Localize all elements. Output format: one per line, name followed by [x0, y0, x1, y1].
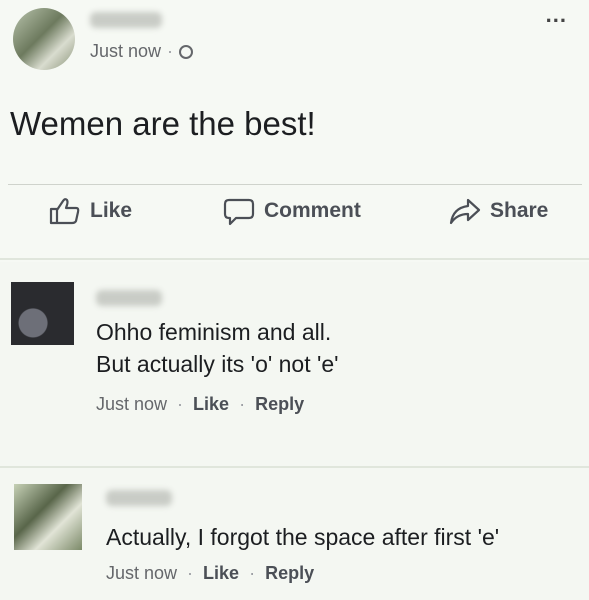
post-author-name-blurred[interactable]	[90, 12, 162, 28]
comment-reply-link[interactable]: Reply	[255, 394, 304, 415]
comment-button[interactable]: Comment	[222, 196, 361, 226]
comment-author-name-blurred[interactable]	[96, 290, 162, 306]
meta-separator: ·	[177, 394, 184, 414]
comment-author-avatar[interactable]	[14, 484, 82, 550]
meta-separator: ·	[249, 563, 256, 583]
comment-author-avatar[interactable]	[11, 282, 74, 345]
post-text: Wemen are the best!	[10, 105, 316, 142]
comment-timestamp[interactable]: Just now	[96, 394, 167, 415]
like-label: Like	[90, 199, 133, 222]
comment-bubble-icon	[223, 198, 255, 226]
post-divider	[8, 184, 582, 185]
comment-like-link[interactable]: Like	[203, 563, 239, 584]
comment-line: Actually, I forgot the space after first…	[106, 524, 500, 550]
thumbs-up-icon	[49, 198, 80, 225]
section-divider	[0, 258, 589, 260]
comment-meta: Just now · Like · Reply	[96, 394, 304, 415]
like-button[interactable]: Like	[48, 196, 132, 226]
globe-icon[interactable]	[179, 44, 194, 59]
meta-separator: ·	[239, 394, 246, 414]
post-actions: Like Comment Share	[0, 196, 589, 242]
share-label: Share	[490, 199, 549, 222]
comment-author-name-blurred[interactable]	[106, 490, 172, 506]
post-card: Just now · ... Wemen are the best! Like …	[0, 0, 589, 262]
post-timestamp[interactable]: Just now	[90, 41, 161, 62]
comment-reply-link[interactable]: Reply	[265, 563, 314, 584]
share-button[interactable]: Share	[448, 196, 548, 226]
meta-separator: ·	[187, 563, 194, 583]
more-options-icon[interactable]: ...	[546, 4, 567, 26]
comment-label: Comment	[264, 199, 361, 222]
meta-separator: ·	[167, 41, 174, 61]
comment-like-link[interactable]: Like	[193, 394, 229, 415]
post-meta: Just now ·	[90, 41, 194, 62]
comment-line: Ohho feminism and all.	[96, 319, 332, 345]
comment-meta: Just now · Like · Reply	[106, 563, 314, 584]
comment-line: But actually its 'o' not 'e'	[96, 351, 339, 377]
comment-text: Ohho feminism and all. But actually its …	[96, 316, 339, 380]
comment-text: Actually, I forgot the space after first…	[106, 521, 499, 553]
post-author-avatar[interactable]	[13, 8, 75, 70]
share-arrow-icon	[449, 198, 481, 225]
section-divider	[0, 466, 589, 468]
comment-timestamp[interactable]: Just now	[106, 563, 177, 584]
